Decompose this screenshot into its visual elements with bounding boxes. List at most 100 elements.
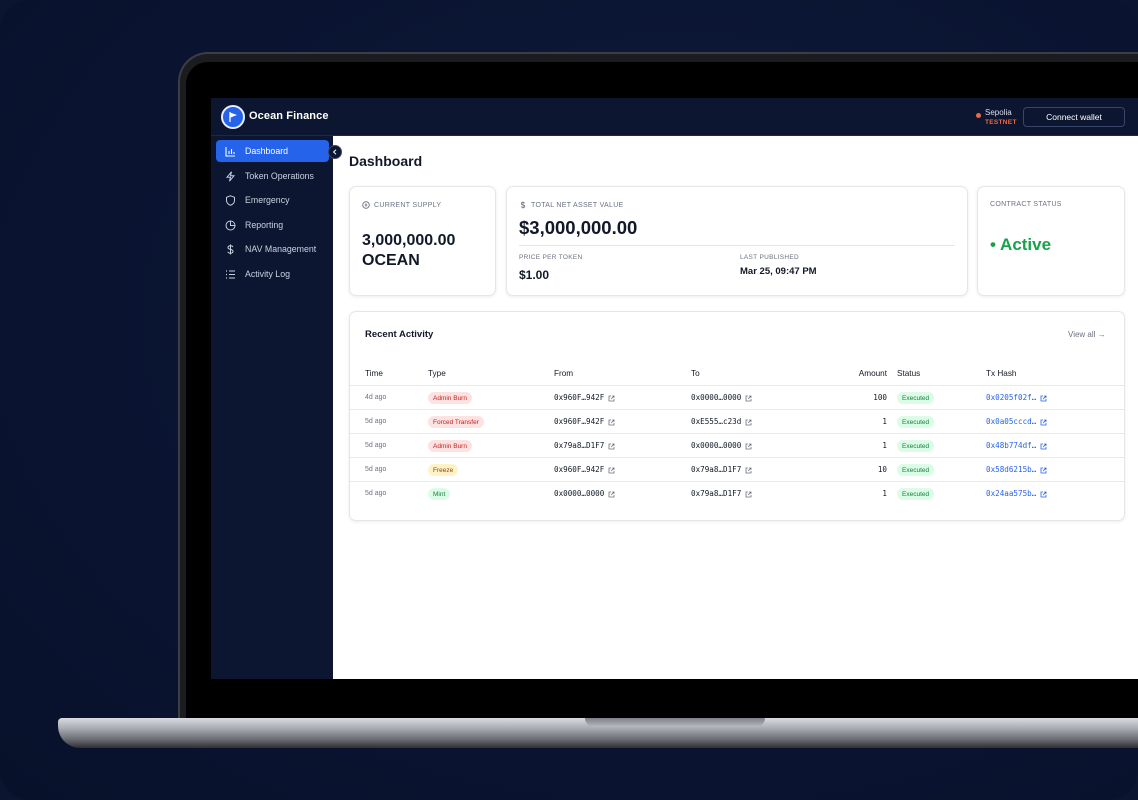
external-link-icon[interactable] bbox=[608, 467, 615, 474]
external-link-icon[interactable] bbox=[745, 467, 752, 474]
external-link-icon[interactable] bbox=[745, 395, 752, 402]
table-divider bbox=[350, 433, 1124, 434]
column-header-type: Type bbox=[428, 369, 446, 378]
column-header-tx-hash: Tx Hash bbox=[986, 369, 1017, 378]
table-divider bbox=[350, 409, 1124, 410]
external-link-icon[interactable] bbox=[608, 443, 615, 450]
row-status-badge: Executed bbox=[897, 392, 935, 404]
chevron-left-icon bbox=[332, 149, 337, 155]
sidebar-item-token-operations[interactable]: Token Operations bbox=[216, 165, 329, 187]
row-time: 5d ago bbox=[365, 418, 387, 425]
flag-logo-icon bbox=[221, 105, 245, 129]
sidebar-item-dashboard[interactable]: Dashboard bbox=[216, 140, 329, 162]
sidebar-item-nav-management[interactable]: NAV Management bbox=[216, 238, 329, 260]
sidebar-item-label: Activity Log bbox=[245, 269, 290, 279]
main-content: Dashboard CURRENT SUPPLY 3,000,000.00 OC… bbox=[333, 136, 1138, 679]
row-tx-hash-link[interactable]: 0x24aa575b… bbox=[986, 489, 1047, 498]
row-to-address[interactable]: 0x79a8…D1F7 bbox=[691, 489, 752, 498]
row-status-badge: Executed bbox=[897, 488, 935, 500]
external-link-icon[interactable] bbox=[608, 395, 615, 402]
row-from-address[interactable]: 0x960F…942F bbox=[554, 393, 615, 402]
row-type-badge: Freeze bbox=[428, 464, 459, 476]
external-link-icon[interactable] bbox=[1040, 443, 1047, 450]
network-status-dot bbox=[976, 113, 981, 118]
network-name: Sepolia bbox=[985, 108, 1012, 117]
sidebar-item-label: Token Operations bbox=[245, 171, 314, 181]
external-link-icon[interactable] bbox=[745, 491, 752, 498]
network-indicator: Sepolia TESTNET bbox=[976, 106, 1016, 130]
recent-activity-panel: Recent Activity View all → Time Type Fro… bbox=[349, 311, 1125, 521]
sidebar-collapse-toggle[interactable] bbox=[328, 145, 342, 159]
column-header-from: From bbox=[554, 369, 574, 378]
row-status-badge: Executed bbox=[897, 416, 935, 428]
external-link-icon[interactable] bbox=[1040, 491, 1047, 498]
last-published-label: LAST PUBLISHED bbox=[740, 254, 799, 261]
price-per-token-value: $1.00 bbox=[519, 268, 550, 282]
external-link-icon[interactable] bbox=[745, 443, 752, 450]
last-published-value: Mar 25, 09:47 PM bbox=[740, 266, 817, 277]
current-supply-value: 3,000,000.00 OCEAN bbox=[362, 231, 455, 271]
table-divider bbox=[350, 481, 1124, 482]
dollar-icon bbox=[223, 242, 237, 256]
row-tx-hash-link[interactable]: 0x0205f02f… bbox=[986, 393, 1047, 402]
row-to-address[interactable]: 0x0000…0000 bbox=[691, 393, 752, 402]
row-type-badge: Admin Burn bbox=[428, 440, 472, 452]
row-amount: 1 bbox=[882, 489, 887, 498]
row-tx-hash-link[interactable]: 0x58d6215b… bbox=[986, 465, 1047, 474]
row-amount: 10 bbox=[877, 465, 887, 474]
external-link-icon[interactable] bbox=[1040, 467, 1047, 474]
row-type-badge: Admin Burn bbox=[428, 392, 472, 404]
current-supply-label-text: CURRENT SUPPLY bbox=[374, 201, 442, 209]
row-to-address[interactable]: 0x0000…0000 bbox=[691, 441, 752, 450]
lightning-icon bbox=[223, 169, 237, 183]
row-to-address[interactable]: 0xE555…c23d bbox=[691, 417, 752, 426]
row-from-address[interactable]: 0x79a8…D1F7 bbox=[554, 441, 615, 450]
row-time: 5d ago bbox=[365, 490, 387, 497]
shield-icon bbox=[223, 193, 237, 207]
total-nav-label-text: TOTAL NET ASSET VALUE bbox=[531, 201, 624, 209]
sidebar: Dashboard Token Operations Emergency Rep… bbox=[211, 136, 333, 679]
external-link-icon[interactable] bbox=[1040, 419, 1047, 426]
sidebar-item-label: Emergency bbox=[245, 195, 290, 205]
external-link-icon[interactable] bbox=[745, 419, 752, 426]
contract-status-label: CONTRACT STATUS bbox=[990, 201, 1062, 208]
top-bar: Ocean Finance Sepolia TESTNET Connect wa… bbox=[211, 98, 1138, 136]
sidebar-item-label: Reporting bbox=[245, 220, 284, 230]
row-status-badge: Executed bbox=[897, 464, 935, 476]
view-all-link[interactable]: View all → bbox=[1068, 330, 1106, 339]
total-nav-label: TOTAL NET ASSET VALUE bbox=[519, 201, 624, 209]
row-time: 5d ago bbox=[365, 442, 387, 449]
list-icon bbox=[223, 267, 237, 281]
price-per-token-label: PRICE PER TOKEN bbox=[519, 254, 583, 261]
contract-status-value: • Active bbox=[990, 235, 1052, 254]
external-link-icon[interactable] bbox=[608, 491, 615, 498]
column-header-to: To bbox=[691, 369, 700, 378]
row-time: 5d ago bbox=[365, 466, 387, 473]
external-link-icon[interactable] bbox=[1040, 395, 1047, 402]
row-tx-hash-link[interactable]: 0x0a05cccd… bbox=[986, 417, 1047, 426]
row-tx-hash-link[interactable]: 0x48b774df… bbox=[986, 441, 1047, 450]
pie-chart-icon bbox=[223, 218, 237, 232]
row-from-address[interactable]: 0x960F…942F bbox=[554, 417, 615, 426]
sidebar-item-reporting[interactable]: Reporting bbox=[216, 214, 329, 236]
row-amount: 1 bbox=[882, 417, 887, 426]
brand-name: Ocean Finance bbox=[249, 110, 329, 122]
sidebar-item-emergency[interactable]: Emergency bbox=[216, 189, 329, 211]
row-from-address[interactable]: 0x0000…0000 bbox=[554, 489, 615, 498]
sidebar-item-label: NAV Management bbox=[245, 244, 317, 254]
row-from-address[interactable]: 0x960F…942F bbox=[554, 465, 615, 474]
network-tag: TESTNET bbox=[985, 119, 1017, 126]
connect-wallet-button[interactable]: Connect wallet bbox=[1023, 107, 1125, 127]
contract-status-card: CONTRACT STATUS • Active bbox=[977, 186, 1125, 296]
recent-activity-title: Recent Activity bbox=[365, 329, 434, 340]
row-amount: 100 bbox=[873, 393, 887, 402]
row-to-address[interactable]: 0x79a8…D1F7 bbox=[691, 465, 752, 474]
column-header-amount: Amount bbox=[858, 369, 887, 378]
sidebar-item-activity-log[interactable]: Activity Log bbox=[216, 263, 329, 285]
table-divider bbox=[350, 385, 1124, 386]
external-link-icon[interactable] bbox=[608, 419, 615, 426]
total-nav-value: $3,000,000.00 bbox=[519, 217, 638, 238]
current-supply-symbol: OCEAN bbox=[362, 252, 420, 269]
current-supply-label: CURRENT SUPPLY bbox=[362, 201, 441, 209]
page-title: Dashboard bbox=[349, 153, 423, 169]
